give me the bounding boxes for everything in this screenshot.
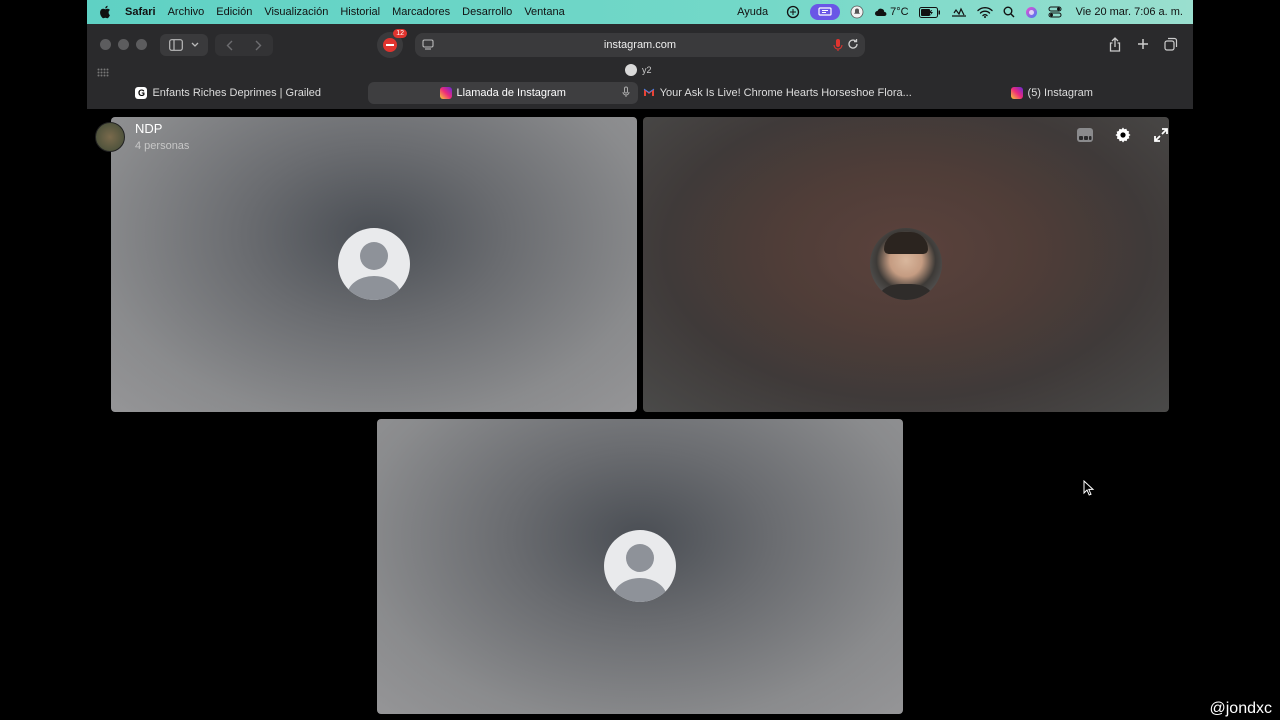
settings-gear-icon[interactable] bbox=[1113, 125, 1133, 145]
toolbar-actions bbox=[1107, 36, 1179, 52]
navigation-buttons bbox=[215, 34, 273, 56]
browser-toolbar: 12 instagram.com y2 G Enfants Riches Dep… bbox=[87, 24, 1193, 109]
menubar-clock[interactable]: Vie 20 mar. 7:06 a. m. bbox=[1076, 6, 1183, 18]
activity-icon[interactable] bbox=[951, 4, 967, 20]
menu-edicion[interactable]: Edición bbox=[216, 6, 252, 18]
page-menu-icon[interactable] bbox=[421, 38, 435, 55]
battery-icon[interactable] bbox=[918, 4, 941, 20]
tab-microphone-icon[interactable] bbox=[622, 86, 630, 101]
notification-icon[interactable] bbox=[850, 4, 864, 20]
gmail-favicon-icon bbox=[643, 87, 655, 99]
mouse-cursor-icon bbox=[1083, 480, 1095, 496]
menu-desarrollo[interactable]: Desarrollo bbox=[462, 6, 512, 18]
call-group-info: NDP 4 personas bbox=[95, 121, 189, 153]
weather-temp: 7°C bbox=[890, 6, 909, 18]
tab-label: (5) Instagram bbox=[1027, 87, 1093, 99]
menu-bar: Safari Archivo Edición Visualización His… bbox=[87, 0, 1193, 24]
microphone-icon[interactable] bbox=[833, 38, 843, 55]
profile-name: y2 bbox=[642, 65, 652, 75]
new-tab-icon[interactable] bbox=[1135, 36, 1151, 52]
participant-avatar bbox=[870, 228, 942, 300]
wifi-icon[interactable] bbox=[976, 4, 993, 20]
tab-overview-icon[interactable] bbox=[1163, 36, 1179, 52]
minimize-window-button[interactable] bbox=[118, 39, 129, 50]
profile-indicator[interactable]: y2 bbox=[625, 64, 652, 76]
tab-label: Enfants Riches Deprimes | Grailed bbox=[152, 87, 322, 99]
extension-button[interactable]: 12 bbox=[377, 29, 407, 58]
call-controls bbox=[1075, 125, 1171, 145]
participant-tile-2[interactable] bbox=[643, 117, 1169, 412]
siri-icon[interactable] bbox=[1025, 4, 1038, 20]
chatgpt-icon[interactable] bbox=[786, 4, 800, 20]
sidebar-icon bbox=[169, 39, 183, 51]
default-avatar-icon bbox=[338, 228, 410, 300]
tab-label: Llamada de Instagram bbox=[456, 87, 566, 99]
chevron-right-icon bbox=[255, 40, 262, 50]
call-view: NDP 4 personas bbox=[87, 109, 1193, 720]
close-window-button[interactable] bbox=[100, 39, 111, 50]
grailed-favicon-icon: G bbox=[135, 87, 148, 99]
tab-gmail[interactable]: Your Ask Is Live! Chrome Hearts Horsesho… bbox=[642, 82, 913, 104]
address-bar[interactable]: instagram.com bbox=[415, 33, 865, 57]
menu-ayuda[interactable]: Ayuda bbox=[737, 6, 768, 18]
menu-visualizacion[interactable]: Visualización bbox=[264, 6, 328, 18]
sidebar-toggle-button[interactable] bbox=[160, 34, 208, 56]
participant-tile-3[interactable] bbox=[377, 419, 903, 714]
extension-badge: 12 bbox=[393, 29, 407, 38]
group-name: NDP bbox=[135, 121, 163, 136]
menu-marcadores[interactable]: Marcadores bbox=[392, 6, 450, 18]
tab-instagram-call[interactable]: Llamada de Instagram bbox=[367, 82, 638, 104]
default-avatar-icon bbox=[604, 530, 676, 602]
watermark: @jondxc bbox=[1209, 700, 1273, 717]
reload-icon[interactable] bbox=[847, 38, 859, 53]
back-button[interactable] bbox=[215, 40, 244, 51]
chevron-left-icon bbox=[226, 40, 233, 50]
profile-avatar bbox=[625, 64, 637, 76]
zoom-window-button[interactable] bbox=[136, 39, 147, 50]
share-icon[interactable] bbox=[1107, 36, 1123, 52]
tab-groups-icon[interactable] bbox=[97, 64, 109, 82]
tab-bar: G Enfants Riches Deprimes | Grailed Llam… bbox=[93, 82, 1187, 104]
participants-count: 4 personas bbox=[135, 140, 190, 152]
tab-grailed[interactable]: G Enfants Riches Deprimes | Grailed bbox=[93, 82, 364, 104]
url-text: instagram.com bbox=[603, 39, 677, 51]
tab-instagram[interactable]: (5) Instagram bbox=[917, 82, 1188, 104]
status-area: Ayuda 7°C Vie 20 mar. 7:06 a. m. bbox=[737, 0, 1183, 24]
fullscreen-expand-icon[interactable] bbox=[1151, 125, 1171, 145]
instagram-favicon-icon bbox=[1010, 87, 1023, 99]
apple-icon[interactable] bbox=[99, 5, 113, 19]
spotlight-search-icon[interactable] bbox=[1003, 4, 1015, 20]
screen: Safari Archivo Edición Visualización His… bbox=[87, 0, 1193, 720]
menu-historial[interactable]: Historial bbox=[340, 6, 380, 18]
screen-mirroring-icon[interactable] bbox=[810, 4, 841, 20]
control-center-icon[interactable] bbox=[1048, 4, 1062, 20]
forward-button[interactable] bbox=[244, 40, 273, 51]
instagram-favicon-icon bbox=[439, 87, 452, 99]
menu-app-safari[interactable]: Safari bbox=[125, 6, 156, 18]
layout-toggle-icon[interactable] bbox=[1075, 125, 1095, 145]
tab-label: Your Ask Is Live! Chrome Hearts Horsesho… bbox=[659, 87, 912, 99]
participant-tile-1[interactable] bbox=[111, 117, 637, 412]
group-avatar bbox=[95, 122, 125, 152]
weather-indicator[interactable]: 7°C bbox=[874, 4, 909, 20]
chevron-down-icon bbox=[191, 42, 199, 47]
window-controls bbox=[100, 39, 147, 50]
menu-archivo[interactable]: Archivo bbox=[168, 6, 205, 18]
menu-ventana[interactable]: Ventana bbox=[524, 6, 564, 18]
adblock-icon bbox=[383, 38, 397, 52]
